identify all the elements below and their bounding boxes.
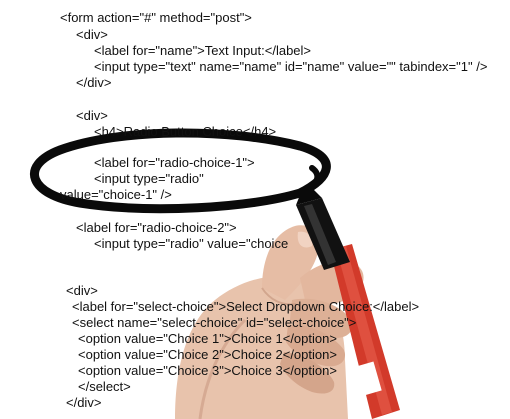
code-line-option-2: <option value="Choice 2">Choice 2</optio…: [78, 347, 337, 362]
code-line-label-radio-1: <label for="radio-choice-1">: [94, 155, 255, 170]
code-line-label-name: <label for="name">Text Input:</label>: [94, 43, 312, 58]
code-line-option-1: <option value="Choice 1">Choice 1</optio…: [78, 331, 337, 346]
code-line-input-text: <input type="text" name="name" id="name"…: [94, 59, 488, 74]
code-line-input-radio-1: <input type="radio": [94, 171, 204, 186]
code-line-form-open: <form action="#" method="post">: [60, 10, 252, 25]
code-line-div-close-1: </div>: [76, 75, 112, 90]
code-line-div-open-1: <div>: [76, 27, 108, 42]
code-line-label-select: <label for="select-choice">Select Dropdo…: [72, 299, 420, 314]
code-line-option-3: <option value="Choice 3">Choice 3</optio…: [78, 363, 337, 378]
code-line-value-choice-1: value="choice-1" />: [60, 187, 172, 202]
code-line-div-open-3: <div>: [66, 283, 98, 298]
code-line-select-close: </select>: [78, 379, 131, 394]
code-line-div-open-2: <div>: [76, 108, 108, 123]
code-line-input-radio-2: <input type="radio" value="choice: [94, 236, 289, 251]
code-line-label-radio-2: <label for="radio-choice-2">: [76, 220, 237, 235]
code-line-div-close-3: </div>: [66, 395, 102, 410]
code-line-h4: <h4>Radio Button Choice</h4>: [94, 124, 277, 139]
code-line-select-open: <select name="select-choice" id="select-…: [72, 315, 357, 330]
photo-stage: <form action="#" method="post"> <div> <l…: [0, 0, 510, 419]
